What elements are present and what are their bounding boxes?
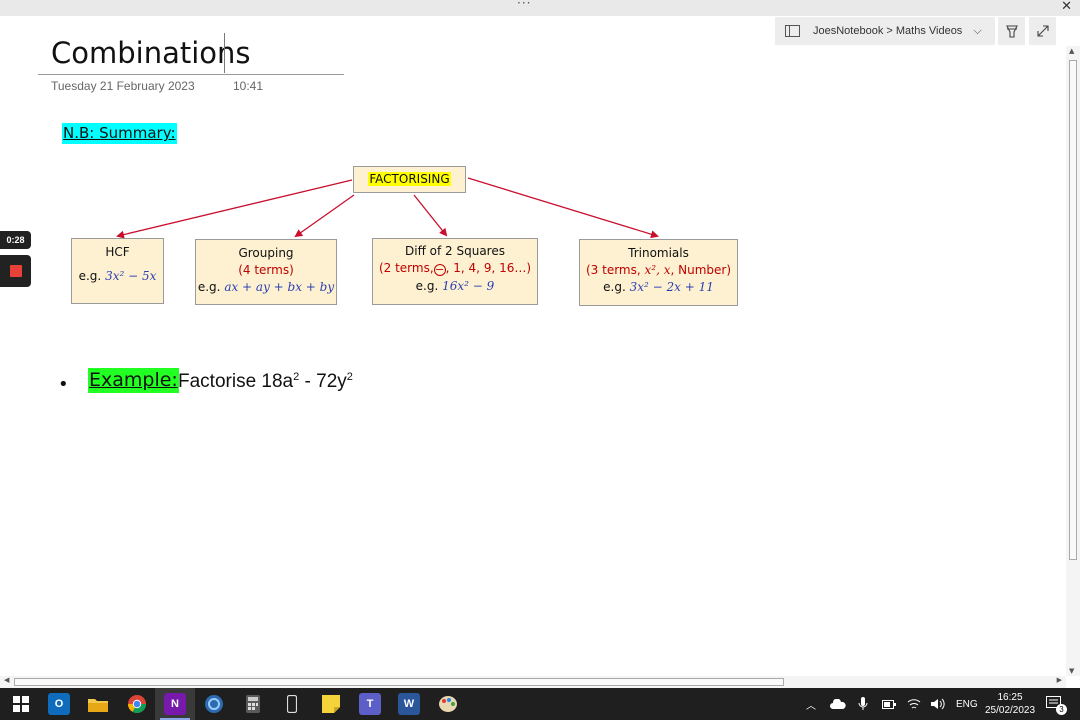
grouping-example: e.g. ax + ay + bx + by [197, 280, 335, 294]
trinomials-example: e.g. 3x² − 2x + 11 [603, 280, 714, 294]
taskbar: O N T W ︿ ENG 16:25 25/02/2023 3 [0, 688, 1080, 720]
example-text[interactable]: Factorise 18a2 - 72y2 [178, 371, 353, 393]
chevron-down-icon: ⌵ [973, 24, 982, 37]
horizontal-scroll-thumb[interactable] [14, 678, 784, 686]
pen-icon [1005, 24, 1018, 38]
file-explorer-icon[interactable] [87, 693, 109, 715]
diagram-arrows [116, 177, 659, 239]
stop-recording-button[interactable] [0, 255, 31, 287]
draw-button[interactable] [998, 17, 1025, 45]
vertical-scroll-thumb[interactable] [1069, 60, 1077, 560]
scroll-left-icon[interactable]: ◀ [4, 676, 9, 684]
paint-icon[interactable] [437, 693, 459, 715]
arrow-to-grouping [294, 194, 355, 238]
clock-date: 25/02/2023 [985, 705, 1036, 716]
grouping-title: Grouping [238, 246, 294, 260]
arrow-to-trinomials [467, 177, 659, 239]
show-hidden-icons-button[interactable]: ︿ [806, 688, 816, 720]
diff-example: e.g. 16x² − 9 [415, 279, 495, 293]
onenote-icon[interactable]: N [164, 693, 186, 715]
factorising-box[interactable]: FACTORISING [353, 166, 466, 193]
summary-heading[interactable]: N.B: Summary: [62, 123, 177, 144]
taskbar-clock[interactable]: 16:25 25/02/2023 [985, 691, 1035, 717]
arrow-to-diff [413, 194, 448, 237]
windows-start-icon[interactable] [10, 693, 32, 715]
factorising-label: FACTORISING [368, 172, 451, 186]
outlook-icon[interactable]: O [48, 693, 70, 715]
grouping-box[interactable]: Grouping (4 terms) e.g. ax + ay + bx + b… [195, 239, 337, 305]
expand-button[interactable] [1029, 17, 1056, 45]
expand-icon [1036, 25, 1049, 37]
hcf-example: e.g. 3x² − 5x [78, 269, 157, 283]
notifications-button[interactable]: 3 [1046, 688, 1067, 720]
battery-icon[interactable] [882, 688, 896, 720]
trinomials-box[interactable]: Trinomials (3 terms, x², x, Number) e.g.… [579, 239, 738, 306]
scroll-up-icon[interactable]: ▲ [1069, 47, 1074, 55]
onenote-window: ··· ✕ JoesNotebook > Maths Videos ⌵ Comb… [0, 0, 1080, 720]
page-title[interactable]: Combinations [51, 36, 251, 70]
remote-desktop-icon[interactable] [203, 693, 225, 715]
page-date: Tuesday 21 February 2023 [51, 79, 195, 93]
trinomials-title: Trinomials [628, 246, 689, 260]
text-cursor [224, 33, 225, 73]
language-indicator[interactable]: ENG [956, 688, 978, 720]
calculator-icon[interactable] [242, 693, 264, 715]
title-bar: ··· ✕ [0, 0, 1080, 16]
minus-circle-icon: − [433, 263, 446, 276]
clock-time: 16:25 [997, 692, 1023, 703]
sticky-notes-icon[interactable] [320, 693, 342, 715]
vertical-scrollbar[interactable]: ▲ ▼ [1066, 46, 1080, 676]
onedrive-icon[interactable] [830, 688, 846, 720]
hcf-title: HCF [105, 245, 130, 259]
diff-note: (2 terms,−, 1, 4, 9, 16…) [378, 261, 532, 276]
volume-icon[interactable] [931, 688, 945, 720]
trinomials-note: (3 terms, x², x, Number) [585, 263, 731, 277]
horizontal-scrollbar[interactable]: ◀ ▶ [0, 676, 1066, 688]
stop-icon [9, 265, 22, 277]
diff-of-squares-box[interactable]: Diff of 2 Squares (2 terms,−, 1, 4, 9, 1… [372, 238, 538, 305]
notebook-icon [785, 25, 800, 37]
chrome-icon[interactable] [126, 693, 148, 715]
bullet-icon: • [58, 374, 69, 395]
diff-title: Diff of 2 Squares [405, 244, 505, 258]
grouping-note: (4 terms) [238, 263, 294, 277]
notebook-breadcrumb-button[interactable]: JoesNotebook > Maths Videos ⌵ [775, 17, 995, 45]
wifi-icon[interactable] [907, 688, 921, 720]
phone-link-icon[interactable] [281, 693, 303, 715]
example-label[interactable]: Example: [88, 368, 179, 393]
window-menu-dots[interactable]: ··· [517, 0, 531, 10]
title-divider [38, 74, 344, 75]
hcf-box[interactable]: HCF e.g. 3x² − 5x [71, 238, 164, 304]
close-icon[interactable]: ✕ [1061, 0, 1072, 14]
recording-timer: 0:28 [0, 231, 31, 249]
word-icon[interactable]: W [398, 693, 420, 715]
scroll-down-icon[interactable]: ▼ [1069, 667, 1074, 675]
microphone-icon[interactable] [858, 688, 868, 720]
scroll-right-icon[interactable]: ▶ [1057, 676, 1062, 684]
notification-count-badge: 3 [1056, 704, 1067, 715]
page-time: 10:41 [233, 79, 264, 93]
chevron-up-icon: ︿ [806, 700, 816, 712]
arrow-to-hcf [116, 179, 353, 239]
teams-icon[interactable]: T [359, 693, 381, 715]
notebook-breadcrumb-label: JoesNotebook > Maths Videos [813, 25, 963, 37]
